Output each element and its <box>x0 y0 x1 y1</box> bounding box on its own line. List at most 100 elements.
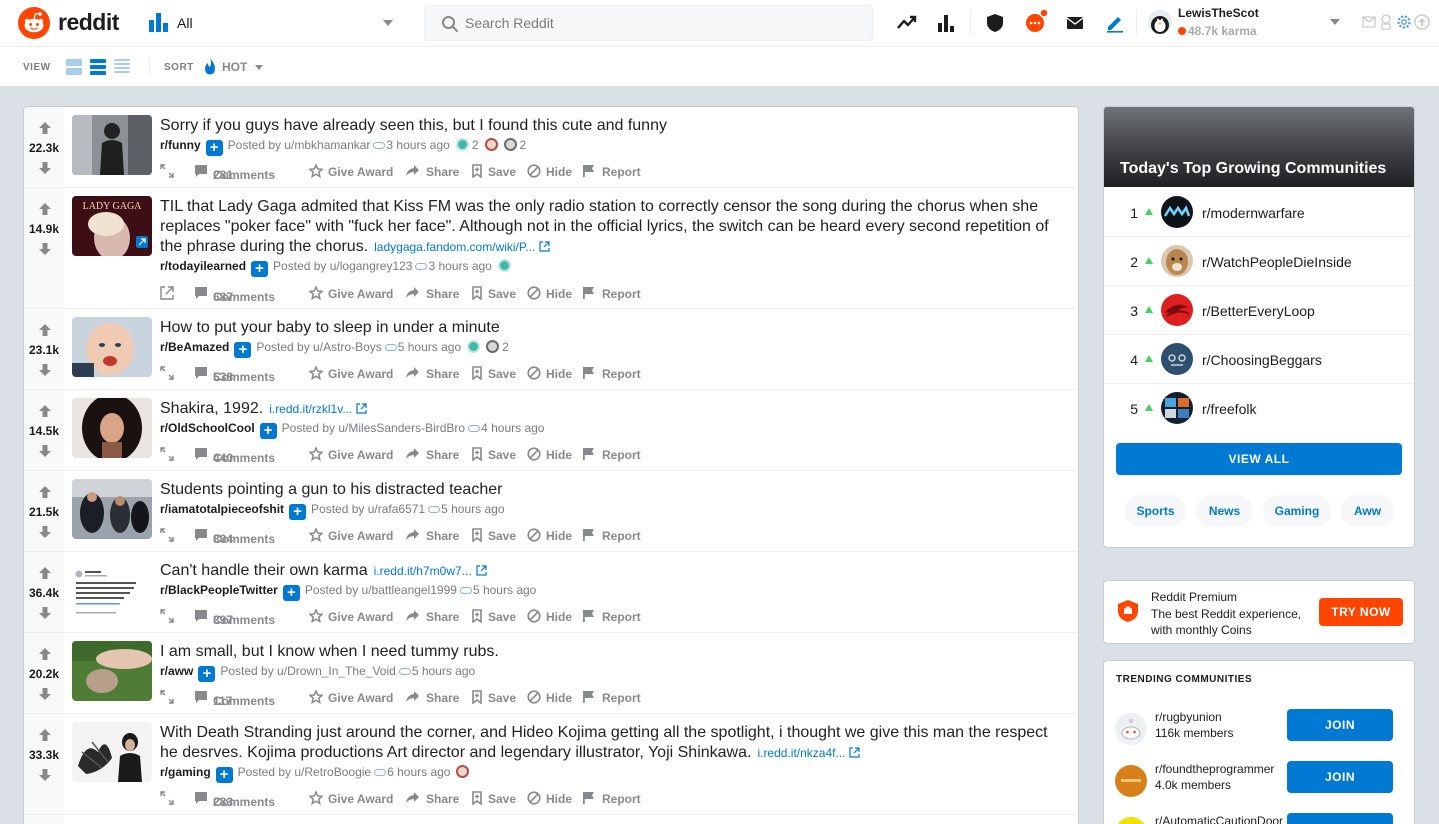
coins-icon[interactable] <box>1379 14 1393 30</box>
community-row[interactable]: 1 r/modernwarfare <box>1104 188 1414 237</box>
award-icon[interactable] <box>497 259 511 272</box>
award-icon[interactable] <box>455 138 469 151</box>
post-age[interactable]: 5 hours ago <box>441 502 504 516</box>
external-link[interactable]: i.redd.it/nkza4f... <box>757 746 845 760</box>
post-title[interactable]: Students pointing a gun to his distracte… <box>160 480 1065 500</box>
upvote-icon[interactable] <box>38 202 52 216</box>
join-plus-button[interactable]: + <box>282 585 300 601</box>
external-link[interactable]: ladygaga.fandom.com/wiki/P... <box>374 240 535 254</box>
community-row[interactable]: 3 r/BetterEveryLoop <box>1104 286 1414 335</box>
post-title[interactable]: With Death Stranding just around the cor… <box>160 723 1065 763</box>
external-link[interactable]: i.redd.it/rzkl1v... <box>269 402 352 416</box>
join-button[interactable]: JOIN <box>1287 761 1393 793</box>
pencil-icon[interactable] <box>1104 12 1126 34</box>
award-icon[interactable] <box>467 340 481 353</box>
external-link-icon[interactable] <box>849 747 861 758</box>
join-button[interactable]: JOIN <box>1287 709 1393 741</box>
trending-community-row[interactable]: r/foundtheprogrammer 4.0k members JOIN <box>1104 759 1414 811</box>
mail-outline-icon[interactable] <box>1362 16 1376 28</box>
post-title[interactable]: I am small, but I know when I need tummy… <box>160 642 1065 662</box>
post-title[interactable]: How to put your baby to sleep in under a… <box>160 318 1065 338</box>
posted-by[interactable]: Posted by u/Drown_In_The_Void <box>220 664 395 678</box>
post-age[interactable]: 5 hours ago <box>412 664 475 678</box>
user-menu[interactable]: LewisTheScot 48.7k karma <box>1148 5 1348 43</box>
upvote-icon[interactable] <box>38 323 52 337</box>
compact-view-icon[interactable] <box>114 59 130 75</box>
post-age[interactable]: 3 hours ago <box>386 138 449 152</box>
post-age[interactable]: 6 hours ago <box>387 765 450 779</box>
upvote-icon[interactable] <box>38 728 52 742</box>
join-plus-button[interactable]: + <box>251 261 269 277</box>
chip-aww[interactable]: Aww <box>1341 495 1394 527</box>
chip-news[interactable]: News <box>1196 495 1253 527</box>
upvote-icon[interactable] <box>38 566 52 580</box>
expand-icon[interactable] <box>160 528 174 542</box>
expand-icon[interactable] <box>160 366 174 380</box>
silver-award-icon[interactable] <box>503 138 517 151</box>
post-age[interactable]: 5 hours ago <box>473 583 536 597</box>
post-age[interactable]: 5 hours ago <box>398 340 461 354</box>
silver-award-icon[interactable] <box>486 340 500 353</box>
posted-by[interactable]: Posted by u/rafa6571 <box>311 502 425 516</box>
expand-icon[interactable] <box>160 690 174 704</box>
reddit-logo-icon[interactable] <box>18 7 50 39</box>
card-view-icon[interactable] <box>66 59 82 75</box>
join-plus-button[interactable]: + <box>289 504 307 520</box>
join-plus-button[interactable]: + <box>234 342 252 358</box>
subreddit-link[interactable]: r/todayilearned <box>160 259 246 273</box>
expand-icon[interactable] <box>160 164 174 178</box>
post-thumbnail[interactable] <box>72 560 152 620</box>
upvote-icon[interactable] <box>38 404 52 418</box>
expand-icon[interactable] <box>160 609 174 623</box>
upvote-icon[interactable] <box>38 647 52 661</box>
subreddit-link[interactable]: r/aww <box>160 664 193 678</box>
posted-by[interactable]: Posted by u/MilesSanders-BirdBro <box>282 421 465 435</box>
post-card[interactable]: 23.1k How to put your baby to sleep in u… <box>24 309 1078 390</box>
post-age[interactable]: 4 hours ago <box>481 421 544 435</box>
post-card[interactable]: 33.3k With Death Stranding just around t… <box>24 714 1078 815</box>
view-all-button[interactable]: VIEW ALL <box>1116 443 1402 475</box>
join-plus-button[interactable]: + <box>259 423 277 439</box>
post-thumbnail[interactable] <box>72 641 152 701</box>
community-row[interactable]: 4 r/ChoosingBeggars <box>1104 335 1414 384</box>
feed-selector[interactable]: All <box>146 8 396 38</box>
post-card[interactable]: 22.3k Sorry if you guys have already see… <box>24 107 1078 188</box>
external-link-icon[interactable] <box>539 241 550 252</box>
downvote-icon[interactable] <box>38 606 52 620</box>
post-card[interactable]: 14.9k LADY GAGA TIL that Lady Gaga admit… <box>24 188 1078 309</box>
downvote-icon[interactable] <box>38 161 52 175</box>
post-title[interactable]: TIL that Lady Gaga admited that Kiss FM … <box>160 197 1065 257</box>
award-icon[interactable] <box>456 765 470 778</box>
downvote-icon[interactable] <box>38 687 52 701</box>
post-card[interactable]: 14.5k Shakira, 1992. i.redd.it/rzkl1v... … <box>24 390 1078 471</box>
posted-by[interactable]: Posted by u/battleangel1999 <box>305 583 457 597</box>
post-thumbnail[interactable] <box>72 722 152 782</box>
post-card[interactable]: 36.4k Can't handle their own karma i.redd… <box>24 552 1078 633</box>
downvote-icon[interactable] <box>38 768 52 782</box>
chip-gaming[interactable]: Gaming <box>1263 495 1331 527</box>
subreddit-link[interactable]: r/funny <box>160 138 201 152</box>
downvote-icon[interactable] <box>38 444 52 458</box>
downvote-icon[interactable] <box>38 525 52 539</box>
upvote-icon[interactable] <box>38 121 52 135</box>
post-title[interactable]: Shakira, 1992. i.redd.it/rzkl1v... <box>160 399 1065 419</box>
expand-icon[interactable] <box>160 791 174 805</box>
post-card[interactable]: 20.2k I am small, but I know when I need… <box>24 633 1078 714</box>
external-link-icon[interactable] <box>356 403 367 414</box>
post-thumbnail[interactable] <box>72 317 152 377</box>
post-title[interactable]: Sorry if you guys have already seen this… <box>160 116 1065 136</box>
subreddit-link[interactable]: r/gaming <box>160 765 211 779</box>
community-row[interactable]: 2 r/WatchPeopleDieInside <box>1104 237 1414 286</box>
join-plus-button[interactable]: + <box>215 767 233 783</box>
subreddit-link[interactable]: r/iamatotalpieceofshit <box>160 502 284 516</box>
chat-icon[interactable] <box>1024 8 1050 34</box>
award-icon[interactable] <box>484 138 498 151</box>
arrow-up-circle-icon[interactable] <box>1414 14 1430 30</box>
post-age[interactable]: 3 hours ago <box>428 259 491 273</box>
trending-community-row[interactable]: r/rugbyunion 116k members JOIN <box>1104 707 1414 759</box>
try-now-button[interactable]: TRY NOW <box>1319 598 1403 626</box>
trending-icon[interactable] <box>896 12 918 34</box>
classic-view-icon[interactable] <box>90 59 106 75</box>
posted-by[interactable]: Posted by u/mbkhamankar <box>228 138 371 152</box>
join-plus-button[interactable]: + <box>198 666 216 682</box>
